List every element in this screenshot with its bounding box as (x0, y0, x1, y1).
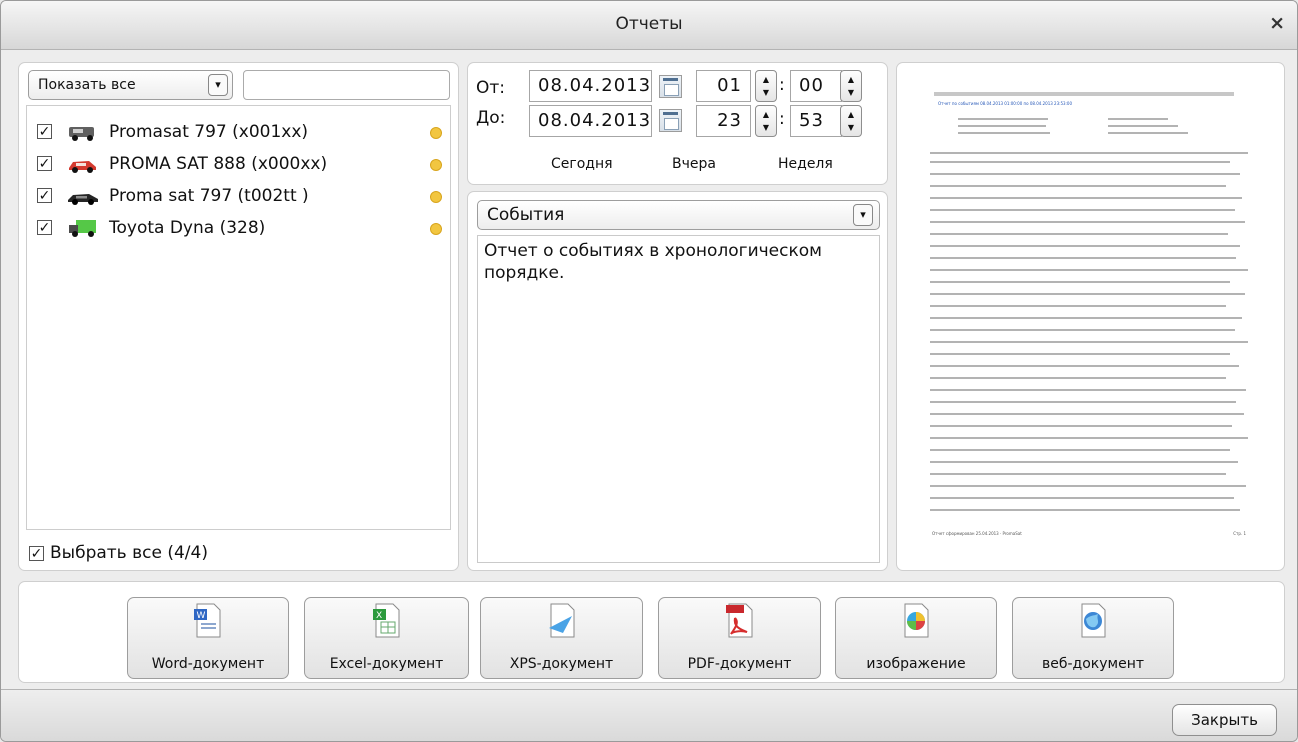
reports-dialog: Отчеты × Показать все ▾ ✓ Promasat 797 (… (0, 0, 1298, 742)
from-hour-spinner[interactable]: ▲ ▼ (755, 70, 777, 102)
car-black-icon (68, 194, 98, 205)
vehicle-name: Proma sat 797 (t002tt ) (109, 186, 309, 206)
svg-text:X: X (376, 611, 382, 621)
word-export-button[interactable]: W Word-документ (127, 597, 289, 679)
from-date-field[interactable]: 08.04.2013 (529, 70, 652, 102)
from-minute-field[interactable]: 00 (790, 70, 842, 102)
vehicle-filter-value: Показать все (38, 77, 136, 93)
vehicle-status-dot (430, 127, 442, 139)
button-label: изображение (866, 656, 966, 672)
web-export-button[interactable]: веб-документ (1012, 597, 1174, 679)
web-document-icon (1081, 603, 1106, 638)
vehicle-filter-select[interactable]: Показать все ▾ (28, 70, 233, 100)
preview-meta (938, 118, 1244, 153)
excel-export-button[interactable]: X Excel-документ (304, 597, 469, 679)
svg-text:W: W (197, 611, 206, 621)
vehicle-name: Toyota Dyna (328) (109, 218, 266, 238)
list-item[interactable]: ✓ Toyota Dyna (328) (37, 212, 442, 244)
image-icon (904, 603, 929, 638)
excel-document-icon: X (372, 603, 399, 638)
select-all-label: Выбрать все (4/4) (50, 543, 208, 563)
chevron-down-icon[interactable]: ▾ (853, 204, 873, 226)
report-preview-page: Отчет по событиям 08.04.2013 01:00:00 по… (920, 87, 1266, 553)
xps-export-button[interactable]: XPS-документ (480, 597, 643, 679)
preview-page-number: Стр. 1 (1233, 531, 1246, 536)
pdf-export-button[interactable]: PDF-документ (658, 597, 821, 679)
van-icon (69, 127, 94, 141)
report-description-box: Отчет о событиях в хронологическом поряд… (477, 235, 880, 563)
vehicle-panel: Показать все ▾ ✓ Promasat 797 (x001xx) ✓ (18, 62, 459, 571)
from-hour-field[interactable]: 01 (696, 70, 751, 102)
time-colon: : (779, 75, 785, 95)
dialog-title: Отчеты (615, 14, 683, 34)
vehicle-checkbox[interactable]: ✓ (37, 124, 52, 139)
vehicle-status-dot (430, 191, 442, 203)
list-item[interactable]: ✓ Proma sat 797 (t002tt ) (37, 180, 442, 212)
title-bar: Отчеты × (1, 1, 1297, 50)
vehicle-checkbox[interactable]: ✓ (37, 188, 52, 203)
button-label: Excel-документ (329, 656, 444, 672)
week-link[interactable]: Неделя (778, 156, 833, 172)
select-all-checkbox[interactable]: ✓ (29, 546, 44, 561)
to-date-field[interactable]: 08.04.2013 (529, 105, 652, 137)
chevron-down-icon[interactable]: ▾ (208, 74, 228, 96)
to-minute-spinner[interactable]: ▲ ▼ (840, 105, 862, 137)
vehicle-checkbox[interactable]: ✓ (37, 220, 52, 235)
close-icon[interactable]: × (1269, 12, 1285, 34)
vehicle-name: Promasat 797 (x001xx) (109, 122, 309, 142)
preview-footer: Отчет сформирован 25.04.2013 · PromaSat (932, 531, 1022, 536)
button-label: Word-документ (151, 656, 265, 672)
list-item[interactable]: ✓ PROMA SAT 888 (x000xx) (37, 148, 442, 180)
button-label: PDF-документ (687, 656, 792, 672)
car-red-icon (69, 161, 96, 173)
button-label: веб-документ (1041, 656, 1145, 672)
date-range-panel: От: До: 08.04.2013 01 ▲ ▼ : 00 ▲ ▼ 08.04.2… (467, 62, 888, 185)
calendar-icon[interactable] (659, 109, 682, 132)
vehicle-list: ✓ Promasat 797 (x001xx) ✓ PROMA SAT 888 … (26, 105, 451, 530)
to-hour-spinner[interactable]: ▲ ▼ (755, 105, 777, 137)
preview-table (930, 152, 1258, 517)
list-item[interactable]: ✓ Promasat 797 (x001xx) (37, 116, 442, 148)
xps-document-icon (548, 603, 574, 638)
to-minute-field[interactable]: 53 (790, 105, 842, 137)
dialog-footer: Закрыть (1, 689, 1297, 741)
report-type-value: События (487, 205, 565, 225)
button-label: XPS-документ (509, 656, 614, 672)
vehicle-name: PROMA SAT 888 (x000xx) (109, 154, 328, 174)
pdf-document-icon (725, 603, 752, 638)
vehicle-search-input[interactable] (243, 70, 450, 100)
from-minute-spinner[interactable]: ▲ ▼ (840, 70, 862, 102)
vehicle-status-dot (430, 223, 442, 235)
vehicle-status-dot (430, 159, 442, 171)
preview-title: Отчет по событиям 08.04.2013 01:00:00 по… (938, 101, 1073, 106)
time-colon: : (779, 109, 785, 129)
report-type-panel: События ▾ Отчет о событиях в хронологиче… (467, 191, 888, 571)
today-link[interactable]: Сегодня (551, 156, 613, 172)
calendar-icon[interactable] (659, 75, 682, 98)
image-export-button[interactable]: изображение (835, 597, 997, 679)
preview-header (934, 92, 1234, 96)
from-label: От: (476, 78, 506, 98)
report-type-select[interactable]: События ▾ (477, 200, 880, 230)
report-description: Отчет о событиях в хронологическом поряд… (484, 241, 822, 283)
select-all-row[interactable]: ✓ Выбрать все (4/4) (29, 542, 279, 566)
word-document-icon: W (194, 603, 221, 638)
yesterday-link[interactable]: Вчера (672, 156, 716, 172)
to-hour-field[interactable]: 23 (696, 105, 751, 137)
to-label: До: (476, 108, 506, 128)
vehicle-checkbox[interactable]: ✓ (37, 156, 52, 171)
truck-green-icon (69, 220, 96, 237)
close-button[interactable]: Закрыть (1172, 704, 1277, 736)
